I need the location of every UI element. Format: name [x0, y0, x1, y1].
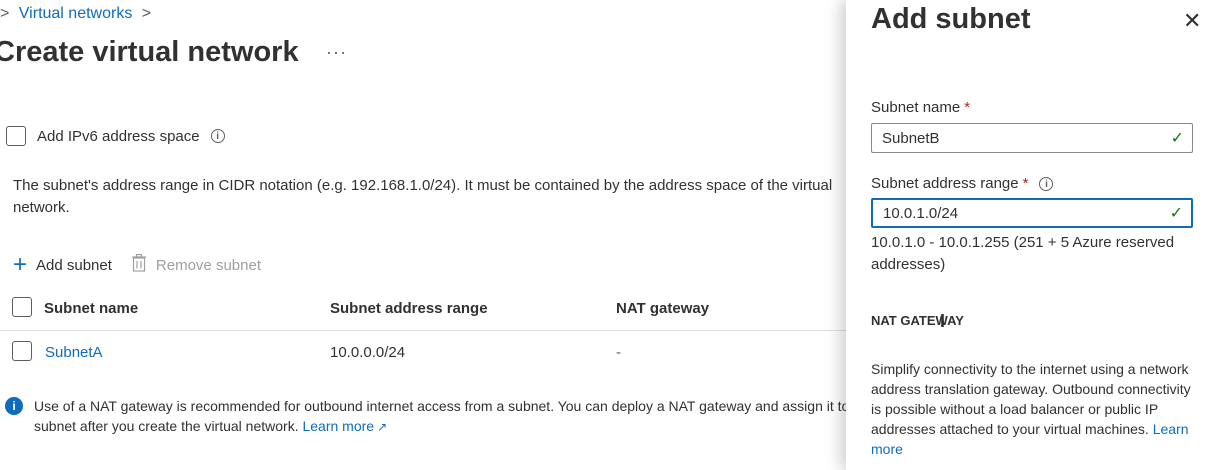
subnet-table-header: Subnet name Subnet address range NAT gat…: [0, 296, 846, 331]
info-filled-icon: i: [5, 397, 23, 415]
subnet-range-label-text: Subnet address range: [871, 175, 1019, 192]
ipv6-checkbox[interactable]: [6, 126, 26, 146]
required-mark: *: [964, 99, 971, 116]
column-header-subnet-name[interactable]: Subnet name: [44, 300, 138, 317]
nat-notice: i Use of a NAT gateway is recommended fo…: [5, 396, 846, 437]
external-link-icon: ↗: [377, 420, 388, 434]
add-subnet-button[interactable]: + Add subnet: [13, 251, 112, 278]
trash-icon: [131, 254, 146, 276]
notice-text: Use of a NAT gateway is recommended for …: [34, 398, 846, 434]
subnet-name-label-text: Subnet name: [871, 99, 961, 116]
remove-subnet-button[interactable]: Remove subnet: [112, 254, 261, 276]
subnet-name-field[interactable]: ✓: [871, 123, 1193, 153]
checkmark-icon: ✓: [1169, 205, 1183, 222]
nat-gateway-description: Simplify connectivity to the internet us…: [871, 359, 1191, 459]
column-header-subnet-range[interactable]: Subnet address range: [330, 300, 488, 317]
subnet-range-cell: 10.0.0.0/24: [330, 344, 406, 361]
text-cursor-icon: I: [940, 311, 946, 331]
nat-gateway-heading: NAT GATEWAY: [871, 313, 964, 328]
required-mark: *: [1022, 175, 1029, 192]
add-subnet-panel: Add subnet ✕ Subnet name * ✓ Subnet addr…: [846, 0, 1205, 470]
subnet-range-field[interactable]: ✓: [871, 198, 1193, 228]
add-subnet-label: Add subnet: [36, 256, 112, 274]
notice-text-block: Use of a NAT gateway is recommended for …: [34, 396, 846, 437]
subnet-toolbar: + Add subnet Remove subnet: [13, 251, 261, 278]
subnet-range-input[interactable]: [873, 204, 1170, 222]
table-row: SubnetA 10.0.0.0/24 -: [0, 331, 846, 375]
nat-description-text: Simplify connectivity to the internet us…: [871, 361, 1191, 437]
checkmark-icon: ✓: [1170, 130, 1184, 147]
close-icon[interactable]: ✕: [1183, 10, 1201, 32]
subnet-name-link[interactable]: SubnetA: [45, 344, 103, 361]
more-options-button[interactable]: ···: [326, 42, 347, 63]
page-title: Create virtual network: [0, 36, 299, 68]
subnet-range-label: Subnet address range * i: [871, 175, 1054, 192]
remove-subnet-label: Remove subnet: [155, 256, 261, 274]
ipv6-option: Add IPv6 address space i: [6, 126, 225, 146]
row-checkbox[interactable]: [12, 341, 32, 361]
breadcrumb-virtual-networks[interactable]: Virtual networks: [19, 5, 133, 22]
panel-title: Add subnet: [871, 3, 1031, 35]
nat-gateway-cell: -: [616, 344, 621, 361]
breadcrumb-separator: >: [141, 5, 152, 22]
subnet-name-input[interactable]: [872, 129, 1171, 147]
breadcrumb: > Virtual networks >: [0, 5, 151, 23]
subnet-description: The subnet's address range in CIDR notat…: [13, 177, 833, 216]
subnet-name-label: Subnet name *: [871, 99, 970, 116]
plus-icon: +: [13, 251, 28, 278]
ipv6-label: Add IPv6 address space: [37, 127, 200, 145]
breadcrumb-separator: >: [0, 5, 10, 22]
main-content: > Virtual networks > Create virtual netw…: [0, 0, 846, 470]
select-all-checkbox[interactable]: [12, 297, 32, 317]
address-range-info: 10.0.1.0 - 10.0.1.255 (251 + 5 Azure res…: [871, 234, 1175, 273]
info-icon[interactable]: i: [1039, 176, 1054, 191]
learn-more-link[interactable]: Learn more: [302, 418, 374, 434]
info-icon[interactable]: i: [210, 129, 225, 143]
column-header-nat-gateway[interactable]: NAT gateway: [616, 300, 709, 317]
